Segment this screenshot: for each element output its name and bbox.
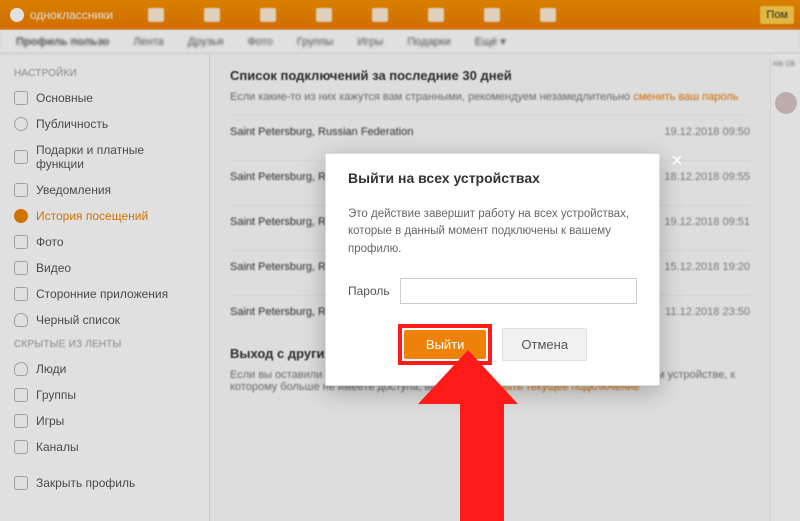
session-location: Saint Petersburg, R: [230, 261, 326, 273]
nav-events-icon[interactable]: [428, 8, 444, 22]
group-icon: [14, 388, 28, 402]
tab-games[interactable]: Игры: [357, 36, 383, 48]
profile-tabs: Профиль пользо Лента Друзья Фото Группы …: [0, 30, 800, 54]
camera-icon: [14, 235, 28, 249]
sidebar-section-hidden: СКРЫТЫЕ ИЗ ЛЕНТЫ: [0, 333, 209, 356]
modal-password-row: Пароль: [326, 264, 659, 306]
avatar[interactable]: [775, 92, 797, 114]
sidebar-item-label: Группы: [36, 388, 76, 402]
help-button[interactable]: Пом: [760, 6, 794, 24]
sidebar-item-notifications[interactable]: Уведомления: [0, 177, 209, 203]
sidebar-item-label: Видео: [36, 261, 71, 275]
sidebar-item-people[interactable]: Люди: [0, 356, 209, 382]
nav-messages-icon[interactable]: [148, 8, 164, 22]
sidebar-item-history[interactable]: История посещений: [0, 203, 209, 229]
sidebar-item-label: Сторонние приложения: [36, 287, 168, 301]
profile-name: Профиль пользо: [16, 36, 109, 48]
cancel-button[interactable]: Отмена: [502, 328, 587, 361]
connections-subtext: Если какие-то из них кажутся вам странны…: [230, 91, 750, 103]
session-location: Saint Petersburg, R: [230, 171, 326, 183]
sidebar-item-groups[interactable]: Группы: [0, 382, 209, 408]
password-label: Пароль: [348, 284, 390, 298]
tab-lenta[interactable]: Лента: [133, 36, 163, 48]
session-date: 18.12.2018 09:55: [664, 171, 750, 183]
sidebar-item-photo[interactable]: Фото: [0, 229, 209, 255]
nav-friends-icon[interactable]: [316, 8, 332, 22]
apps-icon: [14, 287, 28, 301]
sidebar-item-blacklist[interactable]: Черный список: [0, 307, 209, 333]
modal-actions: Выйти Отмена: [326, 306, 659, 385]
globe-icon: [14, 117, 28, 131]
session-location: Saint Petersburg, Russian Federation: [230, 126, 413, 138]
nav-video-icon[interactable]: [540, 8, 556, 22]
lock-icon: [14, 476, 28, 490]
blocked-icon: [14, 313, 28, 327]
logout-all-modal: × Выйти на всех устройствах Это действие…: [325, 153, 660, 386]
sidebar-item-label: Публичность: [36, 117, 108, 131]
sidebar-item-gifts[interactable]: Подарки и платные функции: [0, 137, 209, 177]
sidebar-item-label: Фото: [36, 235, 64, 249]
sidebar-item-label: Каналы: [36, 440, 79, 454]
sidebar: НАСТРОЙКИ Основные Публичность Подарки и…: [0, 54, 210, 521]
subtext-text: Если какие-то из них кажутся вам странны…: [230, 91, 633, 103]
session-date: 15.12.2018 19:20: [664, 261, 750, 273]
session-date: 11.12.2018 23:50: [665, 306, 750, 318]
sidebar-item-main[interactable]: Основные: [0, 85, 209, 111]
tab-photo[interactable]: Фото: [247, 36, 272, 48]
change-password-link[interactable]: сменить ваш пароль: [633, 91, 738, 103]
logout-submit-button[interactable]: Выйти: [404, 330, 487, 359]
tab-gifts[interactable]: Подарки: [407, 36, 450, 48]
sidebar-item-label: Уведомления: [36, 183, 111, 197]
sidebar-item-video[interactable]: Видео: [0, 255, 209, 281]
sidebar-item-label: Подарки и платные функции: [36, 143, 195, 171]
sidebar-item-label: Основные: [36, 91, 93, 105]
sidebar-item-label: Закрыть профиль: [36, 476, 135, 490]
person-icon: [14, 362, 28, 376]
bell-icon: [14, 183, 28, 197]
sidebar-item-close-profile[interactable]: Закрыть профиль: [0, 470, 209, 496]
top-nav: [148, 8, 556, 22]
nav-discussions-icon[interactable]: [204, 8, 220, 22]
sidebar-item-label: Игры: [36, 414, 64, 428]
topbar: одноклассники Пом: [0, 0, 800, 30]
channel-icon: [14, 440, 28, 454]
nav-guests-icon[interactable]: [372, 8, 388, 22]
right-column: на св: [770, 54, 800, 521]
tab-friends[interactable]: Друзья: [188, 36, 224, 48]
session-location: Saint Petersburg, R: [230, 216, 326, 228]
sidebar-item-label: Черный список: [36, 313, 120, 327]
tab-groups[interactable]: Группы: [297, 36, 334, 48]
sidebar-item-label: История посещений: [36, 209, 148, 223]
gift-icon: [14, 150, 28, 164]
modal-close-icon[interactable]: ×: [667, 152, 687, 172]
connections-title: Список подключений за последние 30 дней: [230, 68, 750, 83]
session-date: 19.12.2018 09:51: [664, 216, 750, 228]
gear-icon: [14, 91, 28, 105]
logo[interactable]: одноклассники: [10, 8, 113, 22]
right-caption: на св: [773, 58, 795, 68]
nav-music-icon[interactable]: [484, 8, 500, 22]
ok-logo-icon: [10, 8, 24, 22]
sidebar-item-thirdparty[interactable]: Сторонние приложения: [0, 281, 209, 307]
video-icon: [14, 261, 28, 275]
nav-notifications-icon[interactable]: [260, 8, 276, 22]
sidebar-item-label: Люди: [36, 362, 66, 376]
sidebar-item-publicity[interactable]: Публичность: [0, 111, 209, 137]
clock-icon: [14, 209, 28, 223]
sidebar-section-settings: НАСТРОЙКИ: [0, 62, 209, 85]
modal-body: Это действие завершит работу на всех уст…: [326, 198, 659, 264]
sidebar-item-channels[interactable]: Каналы: [0, 434, 209, 460]
logo-text: одноклассники: [30, 8, 113, 22]
session-date: 19.12.2018 09:50: [664, 126, 750, 138]
tab-more[interactable]: Ещё ▾: [475, 35, 506, 48]
highlight-box: Выйти: [398, 324, 493, 365]
game-icon: [14, 414, 28, 428]
password-input[interactable]: [400, 278, 637, 304]
sidebar-item-games[interactable]: Игры: [0, 408, 209, 434]
modal-title: Выйти на всех устройствах: [326, 154, 659, 198]
